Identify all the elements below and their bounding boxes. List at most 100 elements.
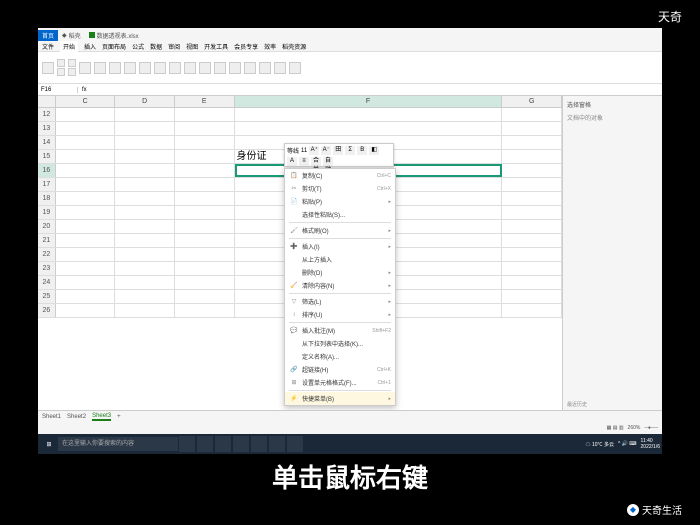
ribbon-view[interactable]: 视图 — [186, 42, 198, 51]
row-header[interactable]: 17 — [38, 178, 56, 191]
cell[interactable] — [56, 304, 116, 317]
cell[interactable] — [502, 234, 562, 247]
start-icon[interactable]: ⊞ — [40, 441, 58, 448]
ctx-item[interactable]: 🖌格式刷(O) — [285, 224, 395, 237]
cell[interactable] — [502, 108, 562, 121]
zoom-slider[interactable]: ─●── — [644, 425, 658, 431]
cell[interactable] — [115, 108, 175, 121]
cell[interactable] — [502, 164, 562, 177]
row-header[interactable]: 16 — [38, 164, 56, 177]
app4-icon[interactable] — [287, 436, 303, 452]
row-header[interactable]: 25 — [38, 290, 56, 303]
ribbon-data[interactable]: 数据 — [150, 42, 162, 51]
cell[interactable] — [175, 192, 235, 205]
mt-fill-icon[interactable]: ◧ — [369, 146, 379, 155]
cell[interactable] — [56, 234, 116, 247]
ribbon-dev[interactable]: 开发工具 — [204, 42, 228, 51]
col-E[interactable]: E — [175, 96, 235, 107]
ctx-item[interactable]: 📋复制(C)Ctrl+C — [285, 169, 395, 182]
mt-font[interactable]: 等线 — [287, 146, 299, 155]
mt-color-icon[interactable]: A — [287, 157, 297, 166]
app3-icon[interactable] — [269, 436, 285, 452]
ribbon-review[interactable]: 审阅 — [168, 42, 180, 51]
row-header[interactable]: 14 — [38, 136, 56, 149]
ctx-item[interactable]: ➕插入(I) — [285, 240, 395, 253]
sheet1[interactable]: Sheet1 — [42, 414, 61, 420]
cell[interactable] — [115, 234, 175, 247]
ribbon-file[interactable]: 文件 — [42, 42, 54, 51]
grid[interactable]: C D E F G 12131415身份证1617181920212223242… — [38, 96, 562, 444]
row-header[interactable]: 13 — [38, 122, 56, 135]
mt-merge[interactable]: 合并 — [311, 157, 321, 166]
cell[interactable] — [56, 122, 116, 135]
app2-icon[interactable] — [251, 436, 267, 452]
ctx-item[interactable]: ↕排序(U) — [285, 308, 395, 321]
cellstyle-icon[interactable] — [154, 62, 166, 74]
ctx-item[interactable]: 🧹清除内容(N) — [285, 279, 395, 292]
cell[interactable] — [175, 262, 235, 275]
ctx-item[interactable]: 选择性粘贴(S)... — [285, 208, 395, 221]
cell[interactable] — [502, 192, 562, 205]
table-icon[interactable] — [274, 62, 286, 74]
tray-icons[interactable]: ^ 🔊 ⌨ — [618, 441, 637, 447]
cell[interactable] — [56, 192, 116, 205]
cut-icon[interactable] — [57, 59, 65, 67]
ctx-item[interactable]: 删除(D) — [285, 266, 395, 279]
cell[interactable] — [175, 220, 235, 233]
cell[interactable] — [56, 108, 116, 121]
cell[interactable] — [502, 290, 562, 303]
cell[interactable] — [56, 150, 116, 163]
row-header[interactable]: 26 — [38, 304, 56, 317]
cell[interactable] — [56, 290, 116, 303]
cell[interactable] — [175, 290, 235, 303]
cell[interactable] — [56, 164, 116, 177]
row-header[interactable]: 18 — [38, 192, 56, 205]
cell[interactable] — [502, 276, 562, 289]
mt-sum-icon[interactable]: Σ — [345, 146, 355, 155]
mt-inc-icon[interactable]: A⁺ — [309, 146, 319, 155]
ribbon-insert[interactable]: 插入 — [84, 42, 96, 51]
cell[interactable] — [502, 248, 562, 261]
col-G[interactable]: G — [502, 96, 562, 107]
file-tab[interactable]: 数据透视表.xlsx — [85, 30, 143, 41]
cell[interactable] — [56, 220, 116, 233]
cell[interactable] — [115, 150, 175, 163]
col-C[interactable]: C — [56, 96, 116, 107]
view-icons[interactable]: ▦ ▤ ▥ — [607, 425, 624, 431]
weather[interactable]: ☁ 10℃ 多云 — [586, 441, 614, 448]
mt-dec-icon[interactable]: A⁻ — [321, 146, 331, 155]
sum-icon[interactable] — [169, 62, 181, 74]
mt-border-icon[interactable]: 田 — [333, 146, 343, 155]
cell[interactable] — [115, 290, 175, 303]
cell[interactable] — [56, 136, 116, 149]
row-header[interactable]: 21 — [38, 234, 56, 247]
paste-icon[interactable] — [42, 62, 54, 74]
home-tab[interactable]: 首页 — [38, 30, 58, 41]
ribbon-eff[interactable]: 效率 — [264, 42, 276, 51]
row-header[interactable]: 24 — [38, 276, 56, 289]
cell[interactable] — [175, 248, 235, 261]
cell[interactable] — [56, 262, 116, 275]
col-icon[interactable] — [229, 62, 241, 74]
cell[interactable] — [56, 276, 116, 289]
ctx-item[interactable]: ✂剪切(T)Ctrl+X — [285, 182, 395, 195]
ctx-item[interactable]: ⚡快捷菜单(B) — [285, 392, 395, 405]
cell-F13[interactable] — [235, 122, 503, 135]
cell[interactable] — [175, 108, 235, 121]
cell[interactable] — [56, 206, 116, 219]
cell[interactable] — [502, 262, 562, 275]
row-header[interactable]: 15 — [38, 150, 56, 163]
find-icon[interactable] — [289, 62, 301, 74]
italic-icon[interactable] — [68, 68, 76, 76]
cell[interactable] — [115, 164, 175, 177]
merge-icon[interactable] — [94, 62, 106, 74]
sheet3[interactable]: Sheet3 — [92, 413, 111, 421]
cell[interactable] — [175, 122, 235, 135]
zoom[interactable]: 260% — [628, 425, 641, 431]
cell[interactable] — [115, 192, 175, 205]
row-header[interactable]: 19 — [38, 206, 56, 219]
mt-size[interactable]: 11 — [301, 148, 307, 154]
cell[interactable] — [115, 262, 175, 275]
taskview-icon[interactable] — [179, 436, 195, 452]
docer-tab[interactable]: ◆ 稻壳 — [58, 30, 85, 41]
